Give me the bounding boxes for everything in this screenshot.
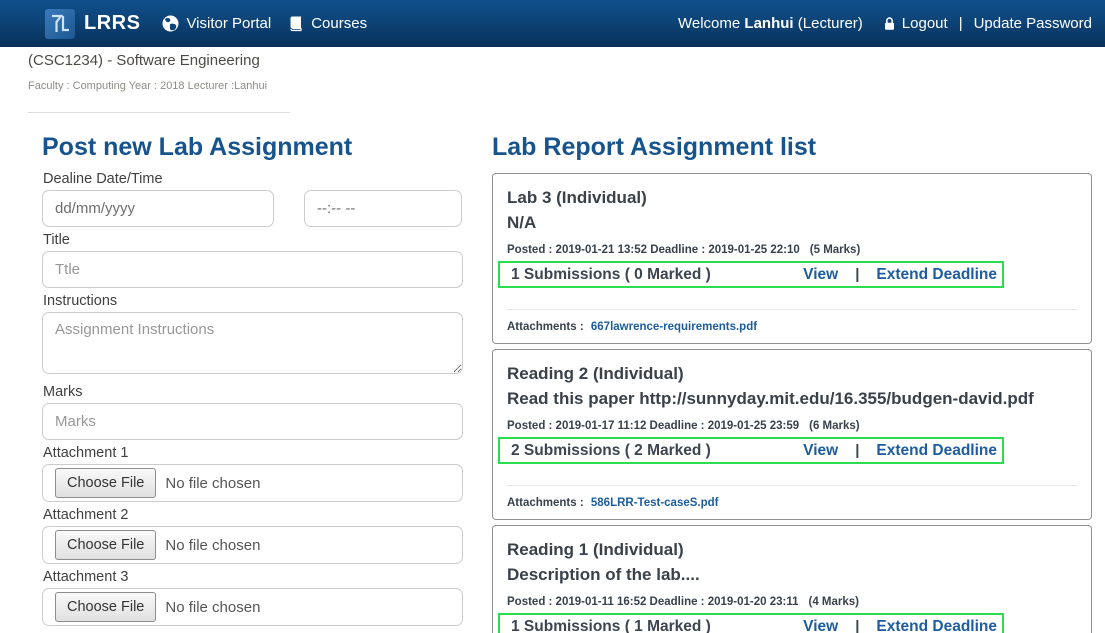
logout-link[interactable]: Logout — [883, 15, 948, 32]
attachments-line: Attachments : 667lawrence-requirements.p… — [507, 321, 1077, 333]
deadline-row — [42, 190, 463, 227]
assignment-description: Read this paper http://sunnyday.mit.edu/… — [507, 386, 1077, 411]
course-meta: Faculty : Computing Year : 2018 Lecturer… — [28, 80, 267, 92]
title-input[interactable] — [42, 251, 463, 288]
top-navbar: LRRS Visitor Portal — [0, 0, 1105, 47]
marks-input[interactable] — [42, 403, 463, 440]
view-link[interactable]: View — [803, 618, 838, 633]
instructions-label: Instructions — [43, 293, 463, 309]
extend-deadline-link[interactable]: Extend Deadline — [876, 618, 997, 633]
course-title: (CSC1234) - Software Engineering — [28, 52, 260, 69]
deadline-time-input[interactable] — [304, 190, 462, 227]
assignment-title: Lab 3 (Individual) — [507, 185, 1077, 210]
page: LRRS Visitor Portal — [0, 0, 1105, 633]
assignment-card: Reading 1 (Individual) Description of th… — [492, 525, 1092, 633]
attachments-line: Attachments : 586LRR-Test-caseS.pdf — [507, 497, 1077, 509]
link-separator: | — [855, 266, 859, 283]
brand-name[interactable]: LRRS — [84, 12, 140, 35]
attachments-label: Attachments : — [507, 497, 584, 509]
view-link[interactable]: View — [803, 266, 838, 284]
marks-label: Marks — [43, 384, 463, 400]
attachment-3-label: Attachment 3 — [43, 569, 463, 585]
logout-label: Logout — [902, 15, 948, 32]
file-status-text: No file chosen — [165, 599, 260, 616]
extend-deadline-link[interactable]: Extend Deadline — [876, 266, 997, 284]
card-divider — [507, 309, 1077, 310]
nav-visitor-portal-label: Visitor Portal — [186, 15, 271, 32]
posted-text: Posted : 2019-01-17 11:12 Deadline : 201… — [507, 420, 799, 432]
attachment-2-file-input[interactable]: Choose File No file chosen — [42, 526, 463, 564]
extend-deadline-link[interactable]: Extend Deadline — [876, 442, 997, 460]
submissions-row: 1 Submissions ( 1 Marked ) View | Extend… — [498, 613, 1004, 633]
card-divider — [507, 485, 1077, 486]
posted-text: Posted : 2019-01-11 16:52 Deadline : 201… — [507, 596, 799, 608]
file-status-text: No file chosen — [165, 537, 260, 554]
attachments-label: Attachments : — [507, 321, 584, 333]
assignment-description: Description of the lab.... — [507, 562, 1077, 587]
nav-visitor-portal[interactable]: Visitor Portal — [162, 15, 271, 32]
attachment-1-file-input[interactable]: Choose File No file chosen — [42, 464, 463, 502]
assignment-title: Reading 1 (Individual) — [507, 537, 1077, 562]
assignment-card: Lab 3 (Individual) N/A Posted : 2019-01-… — [492, 173, 1092, 344]
lrrs-logo-icon[interactable] — [45, 9, 75, 39]
navbar-left: LRRS Visitor Portal — [45, 9, 384, 39]
link-separator: | — [855, 442, 859, 459]
post-assignment-form: Post new Lab Assignment Dealine Date/Tim… — [42, 131, 463, 626]
posted-deadline-line: Posted : 2019-01-11 16:52 Deadline : 201… — [507, 596, 1077, 608]
file-status-text: No file chosen — [165, 475, 260, 492]
header-divider — [28, 112, 290, 113]
title-label: Title — [43, 232, 463, 248]
list-heading: Lab Report Assignment list — [492, 131, 1092, 164]
assignment-title: Reading 2 (Individual) — [507, 361, 1077, 386]
submissions-row: 2 Submissions ( 2 Marked ) View | Extend… — [498, 437, 1004, 464]
submissions-count: 2 Submissions ( 2 Marked ) — [511, 442, 711, 460]
attachment-file-link[interactable]: 586LRR-Test-caseS.pdf — [591, 497, 719, 509]
globe-icon — [162, 15, 179, 32]
instructions-textarea[interactable] — [42, 312, 463, 374]
nav-separator: | — [959, 15, 963, 32]
assignment-list: Lab Report Assignment list Lab 3 (Indivi… — [492, 131, 1092, 633]
deadline-label: Dealine Date/Time — [43, 171, 463, 187]
navbar-right: Welcome Lanhui (Lecturer) Logout | Updat… — [678, 15, 1092, 32]
book-icon — [288, 15, 304, 32]
attachment-1-label: Attachment 1 — [43, 445, 463, 461]
nav-courses-label: Courses — [311, 15, 367, 32]
assignment-card: Reading 2 (Individual) Read this paper h… — [492, 349, 1092, 520]
link-separator: | — [855, 618, 859, 633]
choose-file-button[interactable]: Choose File — [55, 468, 156, 498]
choose-file-button[interactable]: Choose File — [55, 592, 156, 622]
username: Lanhui — [744, 15, 793, 32]
posted-deadline-line: Posted : 2019-01-21 13:52 Deadline : 201… — [507, 244, 1077, 256]
user-role: (Lecturer) — [798, 15, 863, 32]
attachment-file-link[interactable]: 667lawrence-requirements.pdf — [591, 321, 757, 333]
attachment-3-file-input[interactable]: Choose File No file chosen — [42, 588, 463, 626]
form-heading: Post new Lab Assignment — [42, 131, 463, 164]
lock-icon — [883, 16, 896, 31]
view-link[interactable]: View — [803, 442, 838, 460]
submissions-row: 1 Submissions ( 0 Marked ) View | Extend… — [498, 261, 1004, 288]
attachment-2-label: Attachment 2 — [43, 507, 463, 523]
assignment-description: N/A — [507, 210, 1077, 235]
marks-text: (5 Marks) — [810, 244, 861, 256]
marks-text: (4 Marks) — [809, 596, 860, 608]
nav-courses[interactable]: Courses — [288, 15, 367, 32]
welcome-prefix: Welcome — [678, 15, 740, 32]
submissions-count: 1 Submissions ( 1 Marked ) — [511, 618, 711, 633]
deadline-date-input[interactable] — [42, 190, 274, 227]
posted-text: Posted : 2019-01-21 13:52 Deadline : 201… — [507, 244, 800, 256]
marks-text: (6 Marks) — [809, 420, 860, 432]
update-password-link[interactable]: Update Password — [974, 15, 1092, 32]
choose-file-button[interactable]: Choose File — [55, 530, 156, 560]
submissions-count: 1 Submissions ( 0 Marked ) — [511, 266, 711, 284]
welcome-text: Welcome Lanhui (Lecturer) — [678, 15, 863, 32]
posted-deadline-line: Posted : 2019-01-17 11:12 Deadline : 201… — [507, 420, 1077, 432]
